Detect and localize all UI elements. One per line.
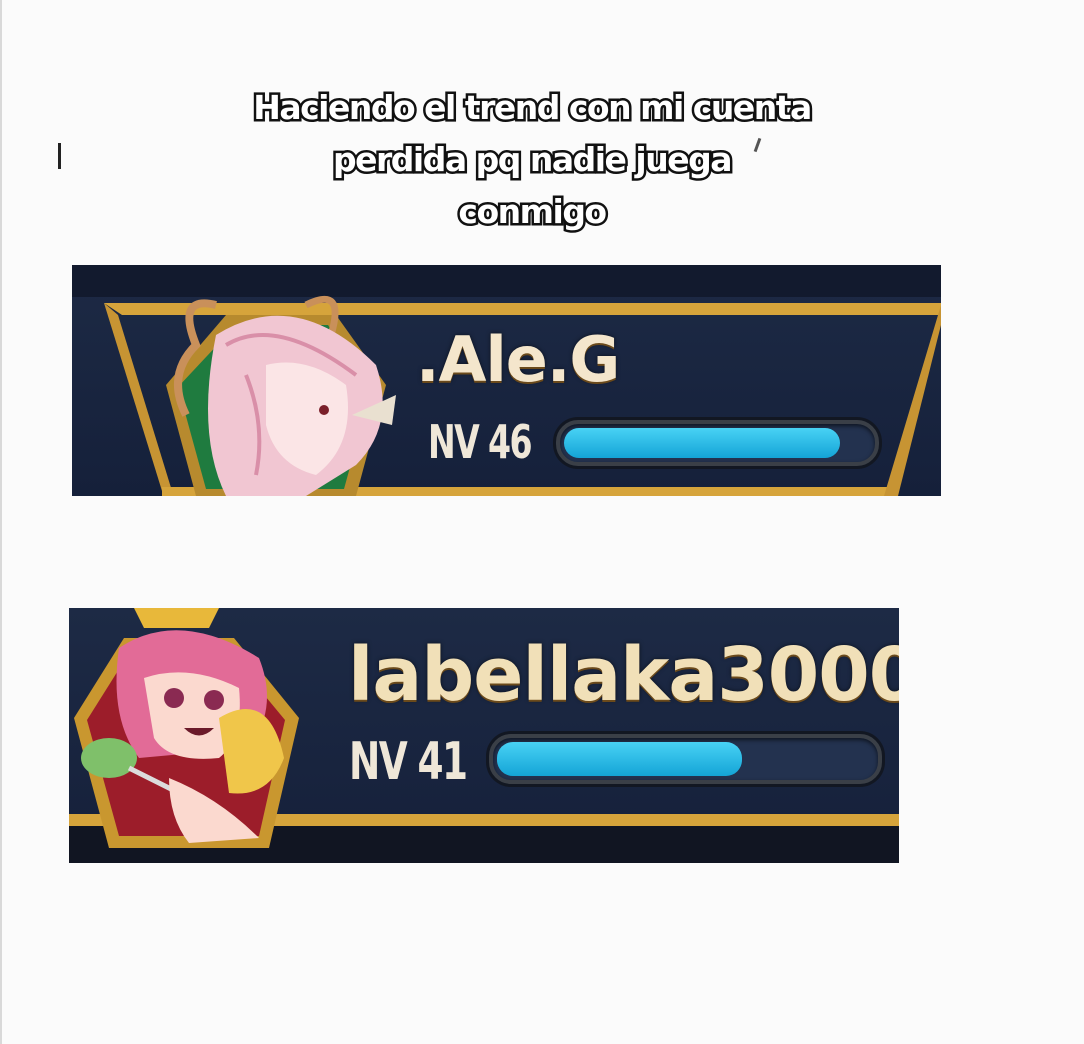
caption-line-1: Haciendo el trend con mi cuenta [251,86,815,130]
meme-caption: Haciendo el trend con mi cuenta perdida … [180,82,884,238]
caption-line-2: perdida pq nadie juega [331,138,735,182]
level-label: NV 41 [349,732,468,792]
profile-card-labellaka3000[interactable]: labellaka3000 NV 41 [69,608,899,863]
caption-line-3: conmigo [456,190,610,234]
xp-bar-fill [564,428,840,458]
level-label: NV 46 [428,415,533,469]
username: .Ale.G [416,323,620,396]
profile-card-ale-g[interactable]: .Ale.G NV 46 [72,265,941,496]
pink-haired-hero-portrait-icon [166,295,396,496]
xp-bar [556,420,879,466]
pink-haired-princess-portrait-icon [74,608,299,848]
xp-bar-fill [497,742,742,776]
screen-edge [0,0,2,1044]
username: labellaka3000 [348,632,899,718]
xp-bar [489,734,882,784]
stray-mark [58,143,61,169]
